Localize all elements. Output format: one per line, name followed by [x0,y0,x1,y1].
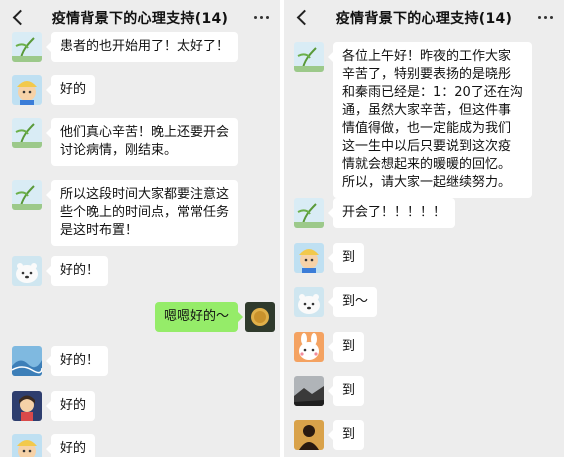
polar-bear-avatar[interactable] [294,287,324,317]
cartoon-girl-avatar[interactable] [12,391,42,421]
dark-landscape-avatar[interactable] [294,376,324,406]
plant-avatar[interactable] [12,180,42,210]
coin-avatar[interactable] [245,302,275,332]
message-bubble[interactable]: 到～ [327,287,378,317]
chat-title: 疫情背景下的心理支持(14) [335,11,513,27]
message-bubble[interactable]: 好的 [45,75,96,105]
plant-avatar[interactable] [12,118,42,148]
silhouette-avatar[interactable] [294,420,324,450]
message-bubble[interactable]: 他们真心辛苦！晚上还要开会 讨论病情，刚结束。 [45,118,239,166]
message-bubble[interactable]: 开会了！！！！！ [327,198,456,228]
plant-avatar[interactable] [12,32,42,62]
message-bubble[interactable]: 各位上午好！昨夜的工作大家 辛苦了，特别要表扬的是晓彤 和秦雨已经是：1：20了… [328,42,532,198]
message-bubble[interactable]: 好的 [45,434,96,457]
message-bubble[interactable]: 所以这段时间大家都要注意这 些个晚上的时间点，常常任务 是这时布置！ [45,180,239,246]
more-options-icon[interactable] [254,16,270,20]
message-bubble[interactable]: 到 [327,243,365,273]
more-options-icon[interactable] [538,16,554,20]
cartoon-kid-avatar[interactable] [12,75,42,105]
nav-bar: 疫情背景下的心理支持(14) [284,0,564,36]
chat-panel-right: 疫情背景下的心理支持(14) 各位上午好！昨夜的工作大家 辛苦了，特别要表扬的是… [284,0,564,457]
nav-bar: 疫情背景下的心理支持(14) [0,0,280,36]
chat-panel-left: 疫情背景下的心理支持(14) 患者的也开始用了！太好了！ 好的 他们真心辛苦！晚… [0,0,280,457]
plant-avatar[interactable] [294,198,324,228]
cartoon-kid-avatar[interactable] [12,434,42,457]
wave-avatar[interactable] [12,346,42,376]
message-bubble[interactable]: 到 [327,376,365,406]
message-bubble[interactable]: 患者的也开始用了！太好了！ [45,32,239,62]
bunny-avatar[interactable] [294,332,324,362]
chat-title: 疫情背景下的心理支持(14) [51,11,229,27]
message-bubble[interactable]: 到 [327,420,365,450]
message-bubble[interactable]: 好的！ [45,346,109,376]
message-bubble[interactable]: 好的！ [45,256,109,286]
polar-bear-avatar[interactable] [12,256,42,286]
message-bubble[interactable]: 到 [327,332,365,362]
message-bubble[interactable]: 好的 [45,391,96,421]
cartoon-kid-avatar[interactable] [294,243,324,273]
message-bubble-self[interactable]: 嗯嗯好的～ [154,302,244,332]
plant-avatar[interactable] [294,42,324,72]
